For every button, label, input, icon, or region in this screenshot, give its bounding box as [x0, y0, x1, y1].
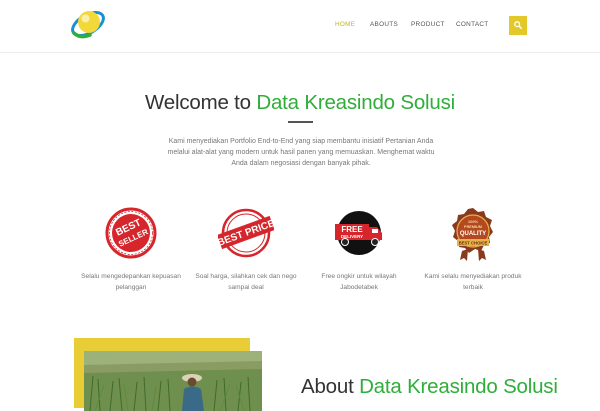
premium-text-4: BEST CHOICE: [459, 241, 488, 246]
feature-caption-premium-quality: Kami selalu menyediakan produk terbaik: [424, 273, 522, 291]
free-delivery-text-2: DELIVERY: [341, 234, 363, 239]
rice-field-farmer-image: [84, 351, 262, 411]
premium-text-2: PREMIUM: [464, 225, 482, 229]
about-photo-farmer: [84, 351, 262, 411]
feature-caption-best-seller: Selalu mengedepankan kepuasan pelanggan: [81, 273, 181, 291]
intro-paragraph: Kami menyediakan Portfolio End-to-End ya…: [167, 138, 435, 167]
feature-caption-free-delivery: Free ongkir untuk wilayah Jabodetabek: [321, 273, 397, 291]
title-divider: [288, 121, 313, 123]
feature-caption-best-price: Soal harga, silahkan cek dan nego sampai…: [195, 273, 297, 291]
welcome-title-prefix: Welcome to: [145, 91, 251, 114]
premium-text-3: QUALITY: [460, 231, 486, 237]
best-price-stamp-icon: BEST PRICE: [218, 208, 274, 258]
nav-abouts[interactable]: ABOUTS: [370, 21, 398, 28]
site-header: HOME ABOUTS PRODUCT CONTACT: [0, 0, 600, 53]
company-logo[interactable]: [68, 6, 108, 42]
feature-free-delivery: FREE DELIVERY Free ongkir untuk wilayah …: [304, 203, 414, 293]
nav-product[interactable]: PRODUCT: [411, 21, 445, 28]
feature-best-price: BEST PRICE Soal harga, silahkan cek dan …: [191, 203, 301, 293]
feature-best-seller: BEST SELLER Selalu mengedepankan kepuasa…: [76, 203, 186, 293]
about-title-accent: Data Kreasindo Solusi: [359, 375, 558, 398]
about-heading: About Data Kreasindo Solusi: [301, 375, 558, 399]
best-seller-stamp-icon: BEST SELLER: [105, 207, 157, 259]
premium-text-1: 100%: [468, 219, 479, 224]
premium-quality-badge-icon: 100% PREMIUM QUALITY BEST CHOICE: [452, 208, 493, 261]
search-button[interactable]: [509, 16, 527, 35]
about-title-prefix: About: [301, 375, 354, 398]
welcome-title-accent: Data Kreasindo Solusi: [256, 91, 455, 114]
welcome-heading: Welcome to Data Kreasindo Solusi: [0, 91, 600, 115]
nav-contact[interactable]: CONTACT: [456, 21, 489, 28]
free-delivery-truck-icon: FREE DELIVERY: [335, 211, 382, 255]
feature-premium-quality: 100% PREMIUM QUALITY BEST CHOICE Kami se…: [418, 203, 528, 293]
nav-home[interactable]: HOME: [335, 21, 355, 28]
search-icon: [514, 21, 522, 29]
free-delivery-text-1: FREE: [341, 225, 363, 234]
